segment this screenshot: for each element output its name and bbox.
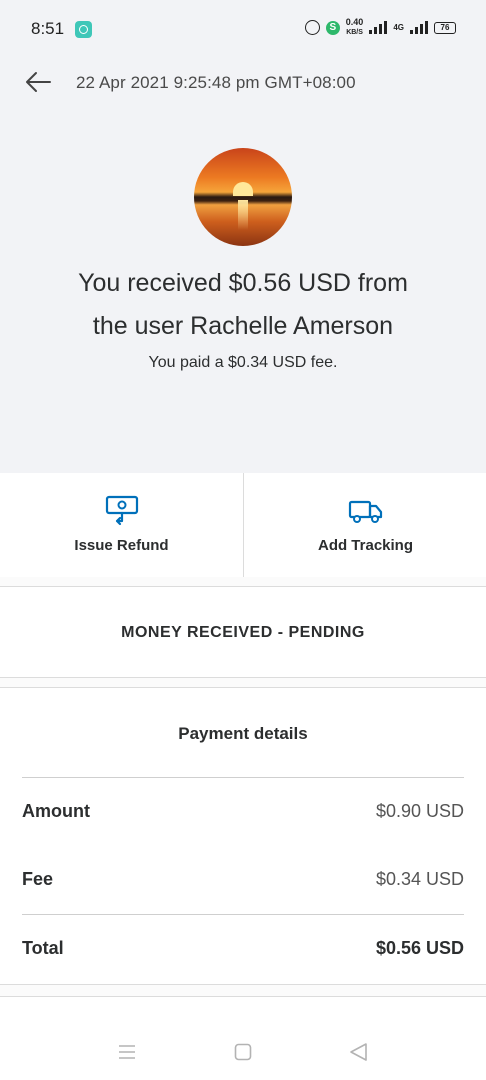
section-divider-3 (0, 984, 486, 997)
refund-icon (105, 495, 138, 526)
details-divider (22, 777, 464, 778)
home-icon[interactable] (234, 1043, 252, 1061)
network-speed-unit: KB/S (346, 29, 363, 36)
battery-icon: 76 (434, 21, 456, 34)
nav-back-icon[interactable] (348, 1042, 368, 1062)
transaction-status-text: MONEY RECEIVED - PENDING (121, 624, 365, 641)
signal-icon (369, 21, 388, 34)
headline-line-2: the user Rachelle Amerson (92, 312, 394, 340)
app-notification-icon (75, 21, 92, 38)
alarm-icon (304, 20, 320, 35)
action-bar: Issue Refund Add Tracking (0, 473, 486, 578)
status-time: 8:51 (31, 19, 65, 38)
amount-row: Amount $0.90 USD (22, 801, 464, 831)
network-type: 4G (393, 23, 404, 32)
truck-icon (348, 500, 382, 523)
payment-details-title: Payment details (178, 724, 308, 743)
fee-label: Fee (22, 869, 54, 889)
total-divider (22, 914, 464, 915)
avatar-reflection (238, 200, 248, 230)
transaction-status: MONEY RECEIVED - PENDING (0, 587, 486, 678)
section-divider (0, 577, 486, 587)
add-tracking-button[interactable]: Add Tracking (243, 473, 486, 577)
network-speed-value: 0.40 (345, 17, 364, 27)
fee-note: You paid a $0.34 USD fee. (148, 354, 338, 371)
section-divider-2 (0, 678, 486, 688)
avatar (194, 148, 292, 246)
issue-refund-label: Issue Refund (74, 537, 169, 554)
amount-label: Amount (22, 801, 90, 821)
total-label: Total (22, 938, 64, 958)
s-app-icon: S (325, 20, 340, 35)
avatar-sun (233, 182, 253, 196)
total-row: Total $0.56 USD (22, 938, 464, 968)
fee-row: Fee $0.34 USD (22, 869, 464, 899)
recent-apps-icon[interactable] (118, 1044, 136, 1060)
total-value: $0.56 USD (375, 938, 464, 958)
status-bar: 8:51 S 0.40 KB/S 4G 76 (0, 0, 486, 60)
transaction-datetime: 22 Apr 2021 9:25:48 pm GMT+08:00 (76, 73, 356, 92)
transaction-headline: You received $0.56 USD from the user Rac… (0, 262, 486, 348)
fee-value: $0.34 USD (375, 869, 464, 889)
system-nav-bar (0, 1022, 486, 1080)
network-speed: 0.40 KB/S (346, 18, 364, 37)
issue-refund-button[interactable]: Issue Refund (0, 473, 243, 577)
amount-value: $0.90 USD (375, 801, 464, 821)
headline-line-1: You received $0.56 USD from (78, 269, 408, 297)
signal-icon-2 (410, 21, 428, 34)
back-arrow-icon[interactable] (24, 68, 52, 96)
add-tracking-label: Add Tracking (317, 537, 414, 554)
